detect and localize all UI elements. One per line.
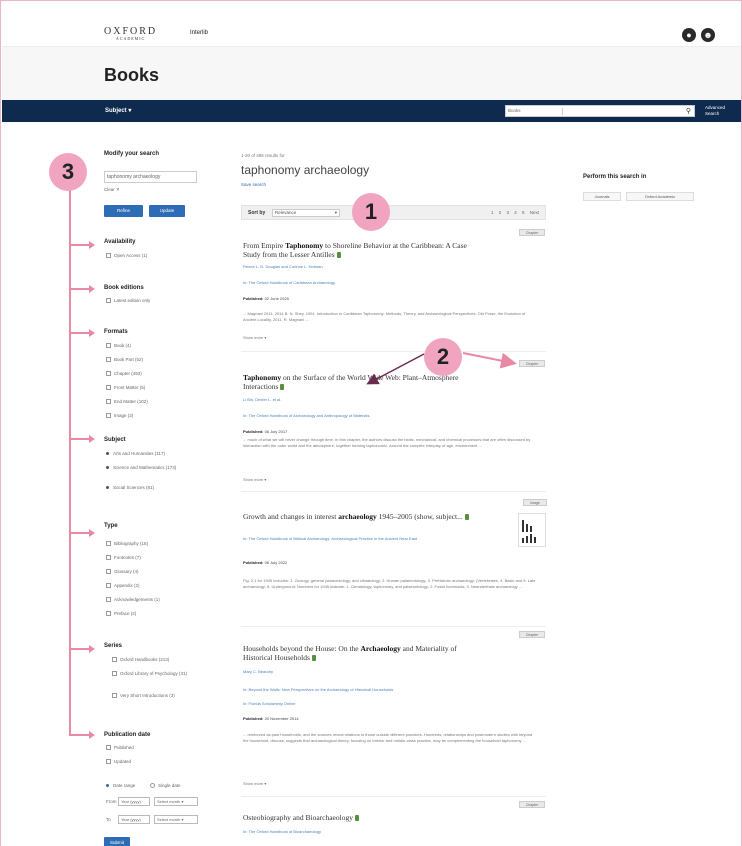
annotation-arrows xyxy=(366,352,517,385)
open-access-icon xyxy=(311,655,316,662)
search-in-oxford-academic-button[interactable]: Oxford Academic xyxy=(626,192,694,201)
open-access-icon xyxy=(354,815,359,822)
result-source[interactable]: In: Beyond the Walls: New Perspectives o… xyxy=(243,687,393,692)
result-divider xyxy=(241,796,546,797)
result-snippet: Fig. 2.1 for 1945 includes: 1. Zoology, … xyxy=(243,578,536,589)
perform-search-heading: Perform this search in xyxy=(583,174,647,180)
result-type-tag: Chapter xyxy=(519,801,545,808)
result-published: Published: 20 November 2014 xyxy=(243,716,299,721)
result-title-link[interactable]: Households beyond the House: On the Arch… xyxy=(243,644,468,662)
chart-thumbnail-icon xyxy=(522,520,536,543)
result-authors[interactable]: Mary C. Beaudry xyxy=(243,669,273,674)
result-source[interactable]: In: The Oxford Handbook of Biblical Arch… xyxy=(243,536,503,542)
open-access-icon xyxy=(464,514,469,521)
result-divider xyxy=(241,626,546,627)
result-source-secondary[interactable]: In: Florida Scholarship Online xyxy=(243,701,295,706)
result-title-link[interactable]: Growth and changes in interest archaeolo… xyxy=(243,512,508,521)
result-type-tag: Chapter xyxy=(519,631,545,638)
result-snippet: ... reinforced as past households, and t… xyxy=(243,732,533,743)
result-type-tag: Image xyxy=(523,499,547,506)
result-published: Published: 08 July 2022 xyxy=(243,560,288,565)
show-more-toggle[interactable]: Show more ▾ xyxy=(243,781,266,786)
search-in-journals-button[interactable]: Journals xyxy=(583,192,621,201)
page-frame: OXFORD ACADEMIC Interlib ● ☻ Books Subje… xyxy=(0,0,742,846)
result-title-link[interactable]: Osteobiography and Bioarchaeology xyxy=(243,813,468,822)
result-source[interactable]: In: The Oxford Handbook of Bioarchaeolog… xyxy=(243,829,321,834)
result-image-thumbnail[interactable] xyxy=(518,513,546,547)
